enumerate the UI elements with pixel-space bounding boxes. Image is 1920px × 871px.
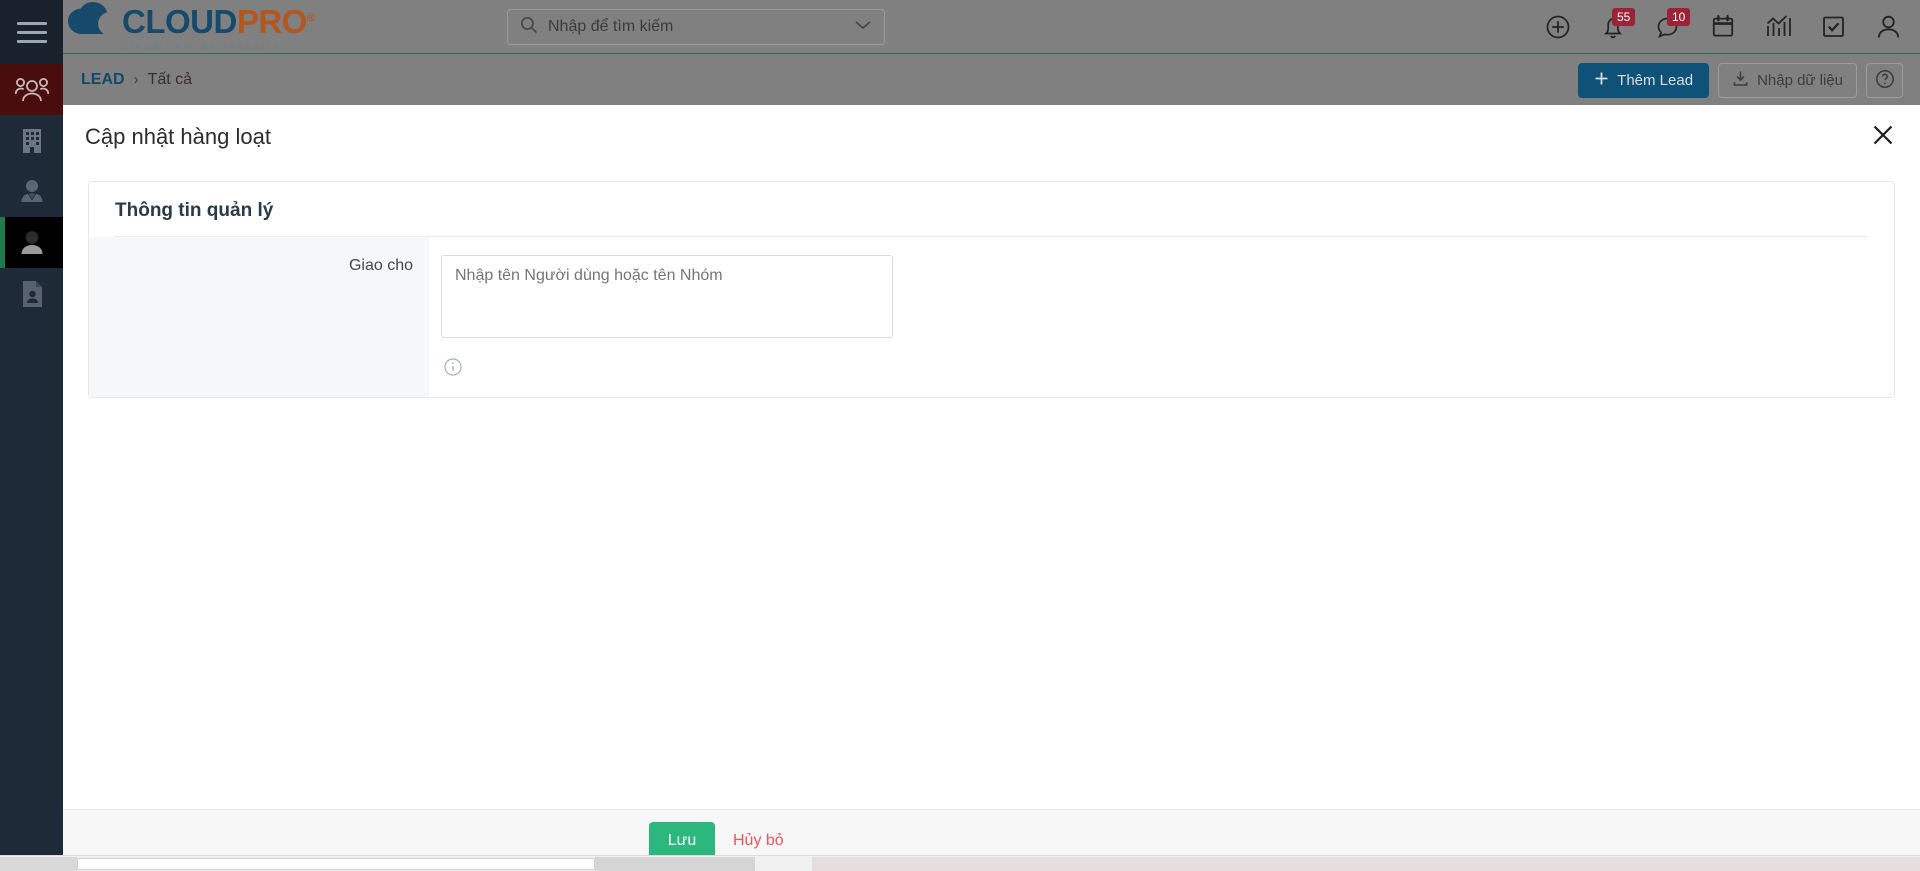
- left-sidebar: [0, 0, 63, 871]
- search-input[interactable]: Nhập để tìm kiếm: [548, 18, 673, 36]
- logo-text-cloud: CLOUD: [122, 2, 237, 40]
- sidebar-item-organizations[interactable]: [0, 115, 63, 166]
- breadcrumb-current: Tất cả: [147, 70, 193, 88]
- logo-registered-mark: ®: [306, 11, 315, 24]
- question-circle-icon: [1875, 69, 1895, 92]
- page-title: Cập nhật hàng loạt: [85, 123, 271, 149]
- breadcrumb-actions: Thêm Lead Nhập dữ liệu: [1578, 63, 1903, 98]
- app-logo[interactable]: CLOUDPRO® Cloud CRM By Industry: [68, 2, 315, 52]
- help-button[interactable]: [1866, 63, 1903, 98]
- management-info-card: Thông tin quản lý Giao cho: [88, 181, 1895, 398]
- add-lead-label: Thêm Lead: [1617, 72, 1694, 89]
- bell-badge-count: 55: [1612, 7, 1636, 26]
- hamburger-menu-button[interactable]: [0, 0, 63, 64]
- sidebar-item-leads[interactable]: [0, 217, 63, 268]
- chevron-down-icon[interactable]: [854, 18, 872, 36]
- hamburger-icon-bar: [16, 30, 47, 34]
- scrollbar-thumb[interactable]: [77, 858, 595, 870]
- chat-bubble-icon[interactable]: 10: [1654, 7, 1691, 41]
- person-icon: [19, 229, 45, 257]
- top-header: CLOUDPRO® Cloud CRM By Industry Nhập để …: [63, 0, 1920, 53]
- scrollbar-track-left[interactable]: [0, 857, 77, 871]
- breadcrumb-module-link[interactable]: LEAD: [81, 71, 125, 89]
- sidebar-item-records[interactable]: [0, 268, 63, 319]
- add-lead-button[interactable]: Thêm Lead: [1578, 63, 1710, 98]
- hamburger-icon-bar: [16, 39, 47, 43]
- calendar-icon[interactable]: [1709, 13, 1737, 41]
- scrollbar-track-mid[interactable]: [595, 857, 755, 871]
- assigned-to-label: Giao cho: [348, 257, 413, 274]
- info-circle-icon: [444, 358, 462, 380]
- chat-badge-count: 10: [1667, 7, 1691, 26]
- plus-icon: [1594, 71, 1609, 90]
- save-button[interactable]: Lưu: [649, 821, 715, 860]
- bell-icon[interactable]: 55: [1599, 7, 1636, 41]
- cloud-logo-icon: [68, 2, 120, 40]
- people-group-icon: [14, 77, 49, 103]
- download-icon: [1732, 70, 1749, 91]
- header-icon-group: 55 10: [1544, 0, 1902, 53]
- logo-tagline: Cloud CRM By Industry: [121, 41, 282, 52]
- analytics-icon[interactable]: [1764, 13, 1792, 41]
- hamburger-icon-bar: [16, 21, 47, 25]
- building-icon: [20, 127, 44, 155]
- close-button[interactable]: [1868, 122, 1898, 152]
- info-hint[interactable]: [441, 343, 893, 381]
- card-title: Thông tin quản lý: [115, 200, 274, 221]
- form-label-cell: Giao cho: [89, 237, 429, 397]
- form-field-cell: [429, 237, 893, 397]
- mass-update-modal: Cập nhật hàng loạt Thông tin quản lý Gia…: [63, 105, 1920, 871]
- businessman-icon: [18, 178, 46, 206]
- chevron-right-icon: ›: [133, 71, 139, 88]
- assigned-to-input[interactable]: [441, 255, 893, 338]
- horizontal-scrollbar[interactable]: [0, 855, 1920, 871]
- global-search-box[interactable]: Nhập để tìm kiếm: [507, 9, 885, 45]
- app-root: CLOUDPRO® Cloud CRM By Industry Nhập để …: [0, 0, 1920, 871]
- close-icon: [1871, 123, 1895, 150]
- checkbox-task-icon[interactable]: [1819, 13, 1847, 41]
- sidebar-item-groups[interactable]: [0, 64, 63, 115]
- scrollbar-track-right[interactable]: [812, 857, 1920, 871]
- cancel-button[interactable]: Hủy bỏ: [733, 832, 784, 850]
- breadcrumb-bar: LEAD › Tất cả Thêm Lead Nhập dữ liệu: [63, 53, 1920, 105]
- sidebar-item-contacts[interactable]: [0, 166, 63, 217]
- import-data-label: Nhập dữ liệu: [1757, 72, 1843, 89]
- modal-body: Thông tin quản lý Giao cho: [63, 168, 1920, 809]
- logo-text-pro: PRO: [236, 2, 308, 40]
- form-row-assigned-to: Giao cho: [89, 237, 1894, 397]
- contact-card-icon: [20, 280, 44, 308]
- import-data-button[interactable]: Nhập dữ liệu: [1718, 63, 1857, 98]
- breadcrumb: LEAD › Tất cả: [81, 71, 192, 89]
- modal-header: Cập nhật hàng loạt: [63, 105, 1920, 168]
- add-circle-icon[interactable]: [1544, 13, 1572, 41]
- search-icon: [520, 16, 538, 39]
- user-account-icon[interactable]: [1874, 13, 1902, 41]
